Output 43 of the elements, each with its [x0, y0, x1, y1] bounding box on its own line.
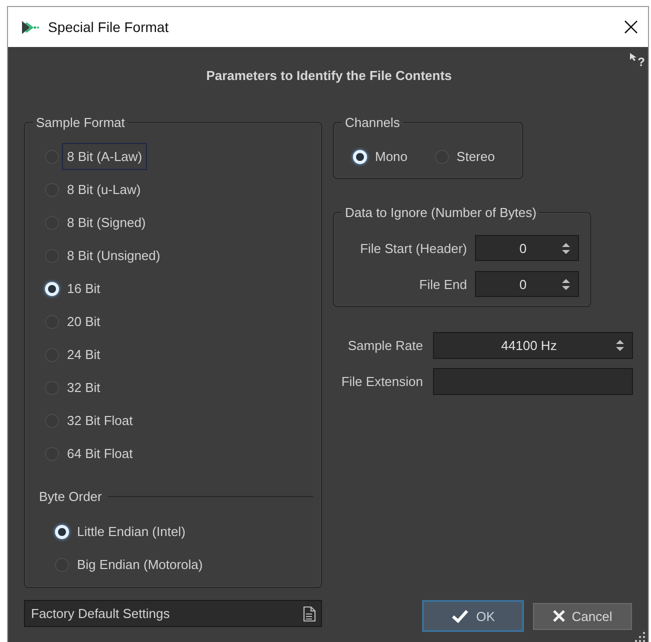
radio-label: 32 Bit: [66, 379, 102, 397]
field-label: File Extension: [341, 374, 423, 389]
spinner-arrows-icon[interactable]: [616, 339, 624, 352]
close-button[interactable]: [624, 20, 638, 34]
resize-grip-icon[interactable]: [634, 632, 646, 642]
close-icon: [624, 20, 638, 34]
radio-label: Mono: [374, 148, 409, 166]
cancel-button[interactable]: Cancel: [533, 602, 632, 630]
group-label: Byte Order: [39, 489, 102, 504]
radio-label: 16 Bit: [66, 280, 102, 298]
radio-label: Stereo: [456, 148, 496, 166]
cross-icon: [552, 610, 565, 622]
radio-label: 8 Bit (Signed): [66, 214, 147, 232]
spinner-arrows-icon[interactable]: [562, 278, 570, 290]
check-icon: [451, 609, 470, 623]
radio-label: 8 Bit (A-Law): [62, 143, 148, 170]
radio-label: 20 Bit: [66, 313, 102, 331]
radio-label: Big Endian (Motorola): [76, 556, 204, 574]
group-label: Channels: [344, 115, 401, 130]
group-label: Sample Format: [35, 115, 126, 130]
help-button[interactable]: ?: [630, 52, 645, 69]
radio-label: Little Endian (Intel): [76, 523, 186, 541]
radio-label: 32 Bit Float: [66, 412, 134, 430]
field-label: File Start (Header): [360, 240, 467, 256]
pointer-arrow-icon: [630, 53, 638, 61]
spin-field[interactable]: 0: [475, 235, 579, 261]
window-title: Special File Format: [48, 18, 169, 36]
field-label: Sample Rate: [348, 338, 423, 353]
document-icon[interactable]: [303, 606, 316, 622]
spinner-arrows-icon[interactable]: [562, 242, 570, 254]
spin-field[interactable]: 44100 Hz: [433, 332, 633, 359]
group-label: Data to Ignore (Number of Bytes): [344, 205, 538, 220]
input-field[interactable]: [433, 368, 633, 395]
radio-label: 8 Bit (u-Law): [66, 181, 142, 199]
radio-label: 8 Bit (Unsigned): [66, 247, 162, 265]
spin-field[interactable]: 0: [475, 271, 579, 297]
ok-button[interactable]: OK: [422, 600, 524, 632]
dialog-heading: Parameters to Identify the File Contents: [206, 68, 452, 84]
app-logo-icon: [21, 20, 39, 34]
field-label: File End: [419, 276, 467, 292]
preset-field[interactable]: Factory Default Settings: [24, 600, 322, 627]
radio-label: 24 Bit: [66, 346, 102, 364]
radio-label: 64 Bit Float: [66, 445, 134, 463]
